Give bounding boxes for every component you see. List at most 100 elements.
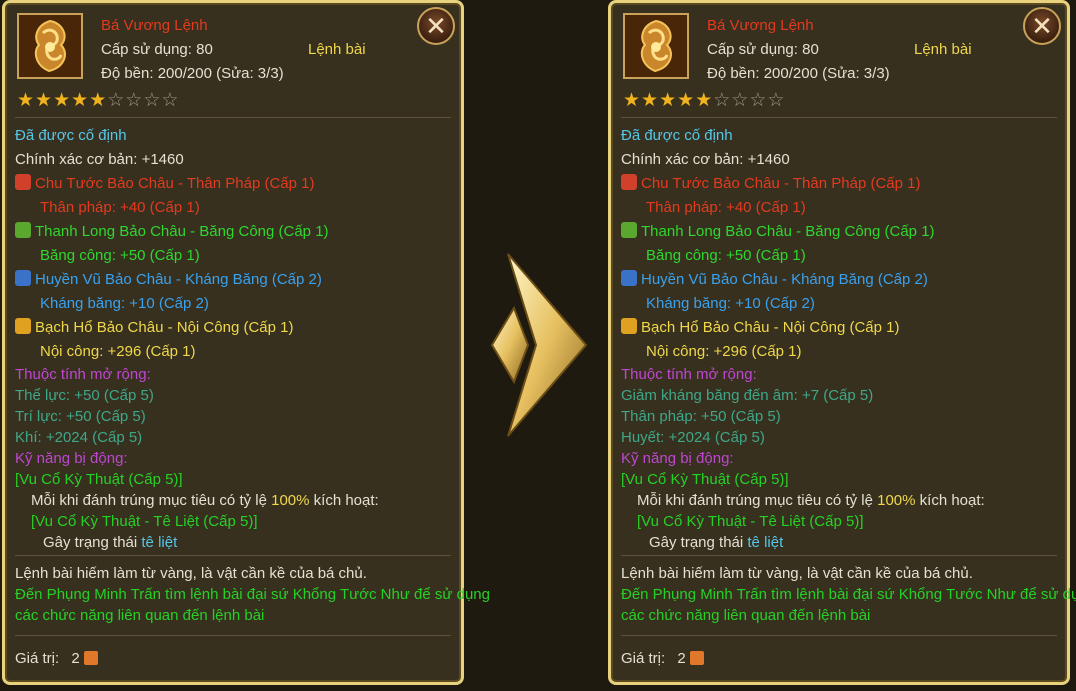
fixed-header: Đã được cố định — [621, 127, 733, 144]
passive-effect-status: tê liệt — [747, 534, 784, 551]
gem-stat: Kháng băng: +10 (Cấp 2) — [40, 295, 209, 312]
arrow-right-icon — [490, 253, 588, 437]
gem-name: Bạch Hổ Bảo Châu - Nội Công (Cấp 1) — [641, 319, 900, 336]
currency-icon — [83, 651, 98, 665]
base-stat: Chính xác cơ bản: +1460 — [621, 151, 790, 168]
gem-row: Chu Tước Bảo Châu - Thân Pháp (Cấp 1) — [15, 172, 455, 196]
close-button[interactable]: ✕ — [417, 7, 455, 45]
extended-attr: Khí: +2024 (Cấp 5) — [15, 429, 143, 446]
star-empty-icon: ☆ — [161, 90, 180, 111]
base-stat: Chính xác cơ bản: +1460 — [15, 151, 184, 168]
gem-row: Thanh Long Bảo Châu - Băng Công (Cấp 1) — [15, 220, 455, 244]
divider — [621, 635, 1057, 636]
description-line: Đến Phụng Minh Trấn tìm lệnh bài đại sứ … — [15, 586, 490, 603]
value-amount: 2 — [71, 650, 80, 667]
item-tooltip-before: ✕ Bá Vương Lệnh Cấp sử dụng: 80 Lệnh bài… — [2, 0, 490, 685]
gem-name: Chu Tước Bảo Châu - Thân Pháp (Cấp 1) — [641, 175, 921, 192]
passive-effect-status: tê liệt — [141, 534, 178, 551]
item-icon[interactable] — [623, 13, 689, 79]
currency-icon — [689, 651, 704, 665]
divider — [15, 635, 451, 636]
blue-gem-icon — [15, 270, 31, 286]
extended-attr: Giảm kháng băng đến âm: +7 (Cấp 5) — [621, 387, 874, 404]
extended-attr: Thể lực: +50 (Cấp 5) — [15, 387, 154, 404]
passive-desc-text: Mỗi khi đánh trúng mục tiêu có tỷ lệ — [31, 492, 272, 509]
gem-name: Thanh Long Bảo Châu - Băng Công (Cấp 1) — [35, 223, 329, 240]
gem-row: Bạch Hổ Bảo Châu - Nội Công (Cấp 1) — [15, 316, 455, 340]
gem-row: Chu Tước Bảo Châu - Thân Pháp (Cấp 1) — [621, 172, 1061, 196]
yellow-gem-icon — [15, 318, 31, 334]
extended-attr: Huyết: +2024 (Cấp 5) — [621, 429, 765, 446]
passive-effect: Gây trạng thái tê liệt — [621, 532, 1061, 553]
star-rating: ★★★★★☆☆☆☆ — [17, 89, 179, 112]
gem-name: Bạch Hổ Bảo Châu - Nội Công (Cấp 1) — [35, 319, 294, 336]
star-empty-icon: ☆ — [749, 90, 768, 111]
star-empty-icon: ☆ — [125, 90, 144, 111]
fixed-header: Đã được cố định — [15, 127, 127, 144]
gem-stat: Thân pháp: +40 (Cấp 1) — [646, 199, 806, 216]
extended-attrs-header: Thuộc tính mở rộng: — [621, 366, 757, 383]
star-filled-icon: ★ — [623, 90, 642, 111]
gem-row: Huyền Vũ Bảo Châu - Kháng Băng (Cấp 2) — [15, 268, 455, 292]
divider — [621, 555, 1057, 556]
description-line: Lệnh bài hiếm làm từ vàng, là vật cần kề… — [621, 565, 973, 582]
extended-attr: Thân pháp: +50 (Cấp 5) — [621, 408, 781, 425]
star-empty-icon: ☆ — [731, 90, 750, 111]
passive-skill-name: [Vu Cổ Kỳ Thuật (Cấp 5)] — [15, 471, 183, 488]
required-level: Cấp sử dụng: 80 — [101, 41, 213, 58]
passive-skill-desc: Mỗi khi đánh trúng mục tiêu có tỷ lệ 100… — [621, 490, 1061, 511]
value-label: Giá trị: — [621, 650, 666, 667]
description: Lệnh bài hiếm làm từ vàng, là vật cần kề… — [15, 563, 490, 626]
token-emblem-icon — [19, 15, 81, 77]
passive-subskill: [Vu Cổ Kỳ Thuật - Tê Liệt (Cấp 5)] — [31, 513, 258, 530]
passive-skill-header: Kỹ năng bị động: — [621, 450, 734, 467]
description-line: Đến Phụng Minh Trấn tìm lệnh bài đại sứ … — [621, 586, 1076, 603]
item-name: Bá Vương Lệnh — [707, 17, 814, 34]
description-line: Lệnh bài hiếm làm từ vàng, là vật cần kề… — [15, 565, 367, 582]
passive-effect-text: Gây trạng thái — [43, 534, 142, 551]
gem-stat: Thân pháp: +40 (Cấp 1) — [40, 199, 200, 216]
gem-stat: Băng công: +50 (Cấp 1) — [40, 247, 200, 264]
star-filled-icon: ★ — [641, 90, 660, 111]
star-empty-icon: ☆ — [767, 90, 786, 111]
gem-stat: Nội công: +296 (Cấp 1) — [40, 343, 196, 360]
item-type: Lệnh bài — [308, 41, 366, 58]
item-value: Giá trị: 2 — [15, 650, 98, 667]
item-name: Bá Vương Lệnh — [101, 17, 208, 34]
divider — [15, 117, 451, 118]
red-gem-icon — [621, 174, 637, 190]
description-line: các chức năng liên quan đến lệnh bài — [15, 607, 265, 624]
description: Lệnh bài hiếm làm từ vàng, là vật cần kề… — [621, 563, 1076, 626]
item-type: Lệnh bài — [914, 41, 972, 58]
gem-row: Huyền Vũ Bảo Châu - Kháng Băng (Cấp 2) — [621, 268, 1061, 292]
token-emblem-icon — [625, 15, 687, 77]
gem-name: Huyền Vũ Bảo Châu - Kháng Băng (Cấp 2) — [35, 271, 322, 288]
star-filled-icon: ★ — [659, 90, 678, 111]
gem-stat: Kháng băng: +10 (Cấp 2) — [646, 295, 815, 312]
required-level: Cấp sử dụng: 80 — [707, 41, 819, 58]
passive-chance: 100% — [271, 492, 310, 509]
star-filled-icon: ★ — [17, 90, 36, 111]
passive-subskill: [Vu Cổ Kỳ Thuật - Tê Liệt (Cấp 5)] — [637, 513, 864, 530]
green-gem-icon — [621, 222, 637, 238]
green-gem-icon — [15, 222, 31, 238]
blue-gem-icon — [621, 270, 637, 286]
gem-stat: Nội công: +296 (Cấp 1) — [646, 343, 802, 360]
passive-desc-text: kích hoạt: — [915, 492, 985, 509]
close-icon: ✕ — [425, 11, 447, 41]
close-button[interactable]: ✕ — [1023, 7, 1061, 45]
item-value: Giá trị: 2 — [621, 650, 704, 667]
attributes-section: Đã được cố định Chính xác cơ bản: +1460 … — [15, 124, 455, 553]
close-icon: ✕ — [1031, 11, 1053, 41]
gem-stat: Băng công: +50 (Cấp 1) — [646, 247, 806, 264]
red-gem-icon — [15, 174, 31, 190]
divider — [621, 117, 1057, 118]
durability: Độ bền: 200/200 (Sửa: 3/3) — [101, 65, 284, 82]
star-filled-icon: ★ — [695, 90, 714, 111]
item-icon[interactable] — [17, 13, 83, 79]
star-empty-icon: ☆ — [713, 90, 732, 111]
star-filled-icon: ★ — [89, 90, 108, 111]
item-tooltip-after: ✕ Bá Vương Lệnh Cấp sử dụng: 80 Lệnh bài… — [608, 0, 1076, 685]
passive-chance: 100% — [877, 492, 916, 509]
extended-attr: Trí lực: +50 (Cấp 5) — [15, 408, 146, 425]
